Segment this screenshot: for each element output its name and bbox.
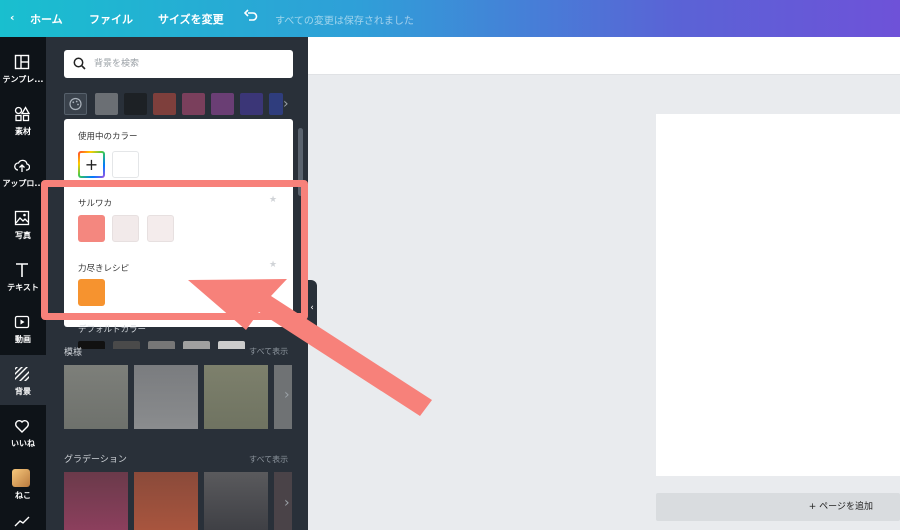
app-window: ‹ ホーム ファイル サイズを変更 すべての変更は保存されました テンプレ...… xyxy=(0,0,900,530)
annotation-arrow-icon xyxy=(188,279,432,416)
